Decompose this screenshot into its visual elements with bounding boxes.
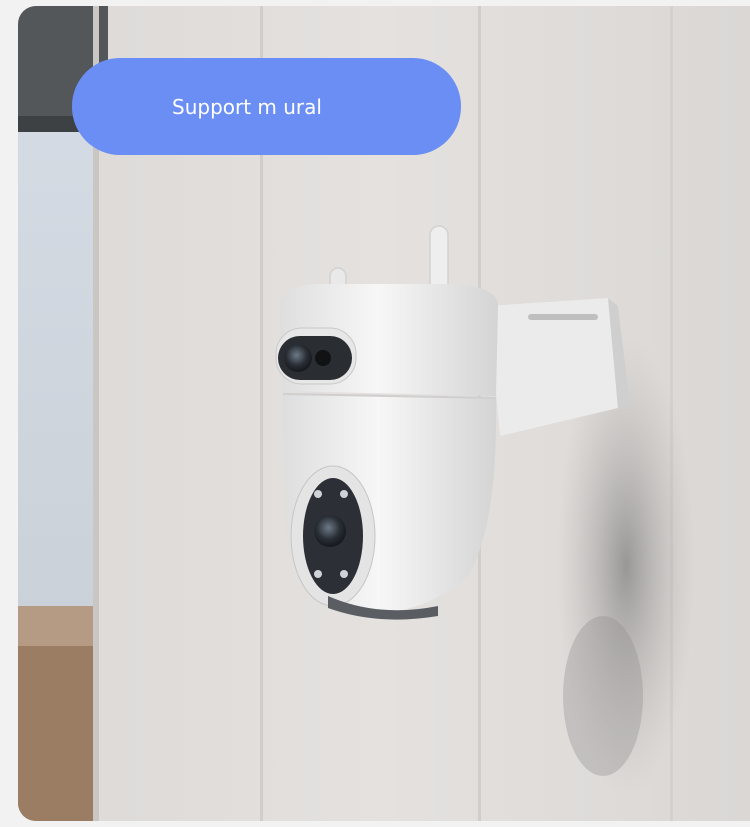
product-card: Support m ural [18,6,750,821]
support-manual-button[interactable]: Support m ural [72,58,461,155]
support-manual-label: Support m ural [172,94,322,119]
